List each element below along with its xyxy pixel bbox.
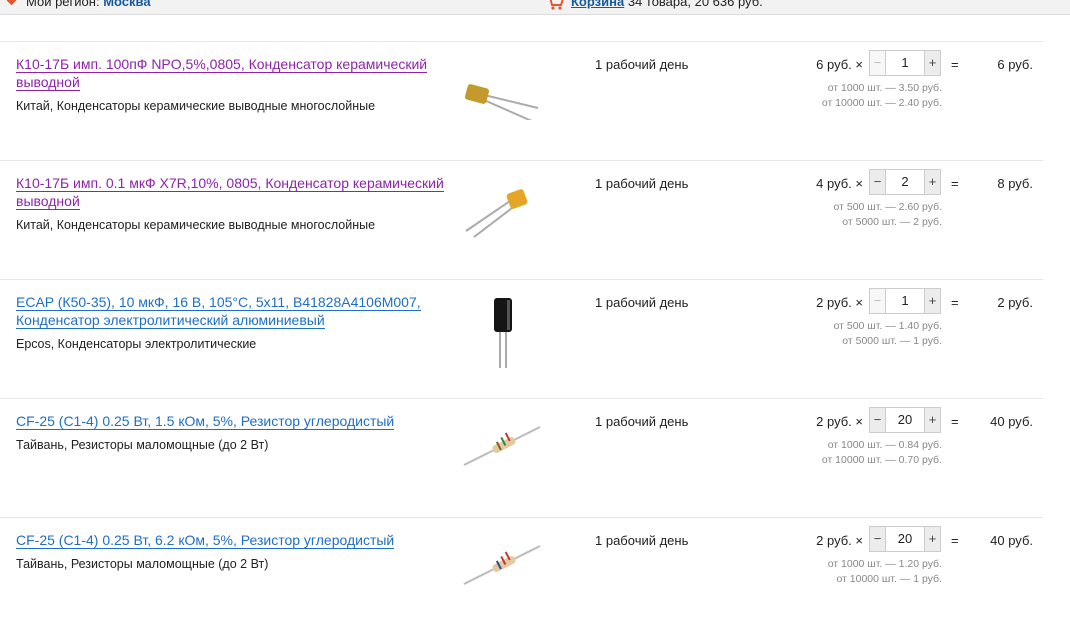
region-selector[interactable]: Мой регион: Москва <box>26 0 151 9</box>
unit-price: 2 руб. × <box>816 533 863 548</box>
ceramic-capacitor-image[interactable] <box>458 179 548 239</box>
price-tier: от 1000 шт. — 3.50 руб. <box>827 82 942 94</box>
product-title-link[interactable]: CF-25 (С1-4) 0.25 Вт, 1.5 кОм, 5%, Резис… <box>16 412 446 430</box>
cart-summary: 34 товара, 20 636 руб. <box>627 0 763 9</box>
cart-item-row: CF-25 (С1-4) 0.25 Вт, 6.2 кОм, 5%, Резис… <box>0 517 1043 637</box>
equals-sign: = <box>951 176 959 191</box>
quantity-input[interactable]: 20 <box>886 408 924 432</box>
equals-sign: = <box>951 533 959 548</box>
decrease-quantity-button[interactable]: − <box>870 408 886 432</box>
quantity-stepper[interactable]: − 1 + <box>869 288 941 314</box>
region-value[interactable]: Москва <box>103 0 150 9</box>
price-tier: от 1000 шт. — 0.84 руб. <box>827 439 942 451</box>
increase-quantity-button[interactable]: + <box>924 408 940 432</box>
resistor-image[interactable] <box>458 417 548 477</box>
decrease-quantity-button[interactable]: − <box>870 289 886 313</box>
delivery-time: 1 рабочий день <box>595 414 689 429</box>
cart-item-row: CF-25 (С1-4) 0.25 Вт, 1.5 кОм, 5%, Резис… <box>0 398 1043 518</box>
resistor-image[interactable] <box>458 536 548 596</box>
line-total: 40 руб. <box>990 414 1033 429</box>
increase-quantity-button[interactable]: + <box>924 527 940 551</box>
location-pin-icon <box>3 0 20 6</box>
region-label: Мой регион: <box>26 0 100 9</box>
price-tier: от 1000 шт. — 1.20 руб. <box>827 558 942 570</box>
line-total: 2 руб. <box>997 295 1033 310</box>
quantity-stepper[interactable]: − 20 + <box>869 407 941 433</box>
decrease-quantity-button[interactable]: − <box>870 170 886 194</box>
equals-sign: = <box>951 57 959 72</box>
quantity-input[interactable]: 20 <box>886 527 924 551</box>
cart-item-row: К10-17Б имп. 0.1 мкФ X7R,10%, 0805, Конд… <box>0 160 1043 280</box>
quantity-input[interactable]: 2 <box>886 170 924 194</box>
increase-quantity-button[interactable]: + <box>924 289 940 313</box>
decrease-quantity-button[interactable]: − <box>870 527 886 551</box>
price-tier: от 10000 шт. — 2.40 руб. <box>821 97 942 109</box>
line-total: 6 руб. <box>997 57 1033 72</box>
cart-item-row: ECAP (К50-35), 10 мкФ, 16 В, 105°C, 5x11… <box>0 279 1043 399</box>
delivery-time: 1 рабочий день <box>595 57 689 72</box>
delivery-time: 1 рабочий день <box>595 533 689 548</box>
increase-quantity-button[interactable]: + <box>924 51 940 75</box>
quantity-input[interactable]: 1 <box>886 289 924 313</box>
ceramic-capacitor-image[interactable] <box>458 60 548 120</box>
price-tier: от 500 шт. — 1.40 руб. <box>833 320 942 332</box>
cart-icon[interactable] <box>546 0 564 10</box>
price-tier: от 500 шт. — 2.60 руб. <box>833 201 942 213</box>
quantity-stepper[interactable]: − 20 + <box>869 526 941 552</box>
product-title-link[interactable]: ECAP (К50-35), 10 мкФ, 16 В, 105°C, 5x11… <box>16 293 446 329</box>
product-subtitle: Китай, Конденсаторы керамические выводны… <box>16 218 376 232</box>
equals-sign: = <box>951 414 959 429</box>
product-title-link[interactable]: CF-25 (С1-4) 0.25 Вт, 6.2 кОм, 5%, Резис… <box>16 531 446 549</box>
unit-price: 2 руб. × <box>816 414 863 429</box>
product-subtitle: Китай, Конденсаторы керамические выводны… <box>16 99 376 113</box>
equals-sign: = <box>951 295 959 310</box>
increase-quantity-button[interactable]: + <box>924 170 940 194</box>
quantity-input[interactable]: 1 <box>886 51 924 75</box>
product-title-link[interactable]: К10-17Б имп. 0.1 мкФ X7R,10%, 0805, Конд… <box>16 174 446 210</box>
electrolytic-capacitor-image[interactable] <box>458 288 548 368</box>
product-subtitle: Тайвань, Резисторы маломощные (до 2 Вт) <box>16 557 269 571</box>
quantity-stepper[interactable]: − 2 + <box>869 169 941 195</box>
price-tier: от 5000 шт. — 2 руб. <box>842 216 942 228</box>
decrease-quantity-button[interactable]: − <box>870 51 886 75</box>
line-total: 8 руб. <box>997 176 1033 191</box>
unit-price: 4 руб. × <box>816 176 863 191</box>
delivery-time: 1 рабочий день <box>595 295 689 310</box>
product-subtitle: Epcos, Конденсаторы электролитические <box>16 337 257 351</box>
price-tier: от 10000 шт. — 0.70 руб. <box>821 454 942 466</box>
cart-link[interactable]: Корзина <box>571 0 624 9</box>
unit-price: 6 руб. × <box>816 57 863 72</box>
product-subtitle: Тайвань, Резисторы маломощные (до 2 Вт) <box>16 438 269 452</box>
price-tier: от 10000 шт. — 1 руб. <box>836 573 942 585</box>
top-bar: Мой регион: Москва Корзина 34 товара, 20… <box>0 0 1070 15</box>
delivery-time: 1 рабочий день <box>595 176 689 191</box>
product-title-link[interactable]: К10-17Б имп. 100пФ NPO,5%,0805, Конденса… <box>16 55 446 91</box>
cart-info: Корзина 34 товара, 20 636 руб. <box>571 0 763 9</box>
cart-item-row: К10-17Б имп. 100пФ NPO,5%,0805, Конденса… <box>0 41 1043 161</box>
price-tier: от 5000 шт. — 1 руб. <box>842 335 942 347</box>
unit-price: 2 руб. × <box>816 295 863 310</box>
quantity-stepper[interactable]: − 1 + <box>869 50 941 76</box>
line-total: 40 руб. <box>990 533 1033 548</box>
